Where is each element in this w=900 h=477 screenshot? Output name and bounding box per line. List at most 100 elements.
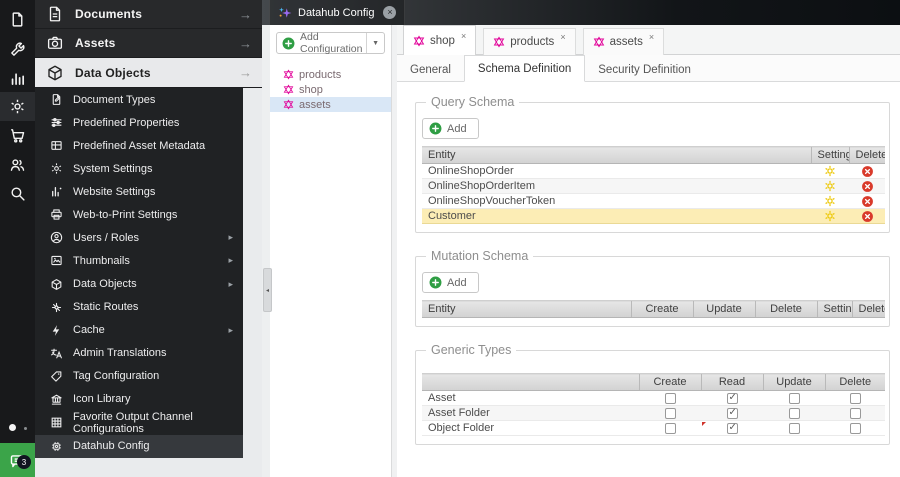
column-header-create[interactable]: Create	[638, 373, 701, 391]
mutation-schema-add-button[interactable]: Add	[422, 272, 479, 293]
tree-item-products[interactable]: products	[270, 67, 391, 82]
tree-item-label: products	[299, 68, 342, 81]
checkbox-update[interactable]	[788, 407, 800, 419]
table-row[interactable]: OnlineShopOrderItem	[422, 178, 885, 194]
tab-label: Schema Definition	[477, 62, 572, 75]
column-header-delete[interactable]: Delete	[851, 300, 885, 318]
chevron-down-icon[interactable]: ▼	[366, 33, 384, 53]
column-header-entity[interactable]: Entity	[422, 300, 631, 318]
checkbox-read[interactable]	[726, 422, 738, 434]
chat-button[interactable]: 3	[0, 443, 35, 477]
checkbox-update[interactable]	[788, 422, 800, 434]
table-row: Object Folder	[422, 420, 885, 436]
close-icon[interactable]: ×	[560, 32, 565, 42]
column-header-settings[interactable]: Settings	[810, 146, 849, 164]
datahub-chip-icon	[52, 442, 61, 451]
table-row[interactable]: OnlineShopOrder	[422, 163, 885, 179]
tab-label: General	[410, 64, 451, 76]
tree-item-assets[interactable]: assets	[270, 97, 391, 112]
menu-item-web-to-print-settings[interactable]: Web-to-Print Settings	[35, 203, 243, 226]
menu-item-admin-translations[interactable]: Admin Translations	[35, 342, 243, 365]
tab-general[interactable]: General	[397, 58, 464, 82]
sidebar-item-assets[interactable]: Assets →	[35, 29, 262, 58]
checkbox-update[interactable]	[788, 392, 800, 404]
delete-icon[interactable]	[861, 165, 874, 178]
checkbox-delete[interactable]	[849, 392, 861, 404]
checkbox-create[interactable]	[664, 422, 676, 434]
rail-item-customers[interactable]	[0, 150, 35, 179]
query-schema-add-button[interactable]: Add	[422, 118, 479, 139]
definition-tab-strip: General Schema Definition Security Defin…	[397, 55, 900, 82]
menu-item-website-settings[interactable]: Website Settings	[35, 180, 243, 203]
column-header-read[interactable]: Read	[700, 373, 763, 391]
tab-shop[interactable]: shop ×	[403, 25, 477, 55]
tab-security-definition[interactable]: Security Definition	[585, 58, 704, 82]
menu-item-data-objects[interactable]: Data Objects ▸	[35, 273, 243, 296]
menu-item-label: Web-to-Print Settings	[73, 208, 178, 221]
delete-icon[interactable]	[861, 180, 874, 193]
checkbox-read[interactable]	[726, 407, 738, 419]
menu-item-static-routes[interactable]: Static Routes	[35, 296, 243, 319]
menu-item-cache[interactable]: Cache ▸	[35, 319, 243, 342]
menu-item-tag-configuration[interactable]: Tag Configuration	[35, 365, 243, 388]
icon-rail: 3	[0, 0, 35, 477]
rail-item-documents[interactable]	[0, 5, 35, 34]
plus-icon	[282, 37, 295, 49]
menu-item-predefined-asset-metadata[interactable]: Predefined Asset Metadata	[35, 134, 243, 157]
checkbox-create[interactable]	[664, 392, 676, 404]
add-configuration-button[interactable]: Add Configuration ▼	[276, 31, 385, 55]
checkbox-delete[interactable]	[849, 422, 861, 434]
close-icon[interactable]: ×	[461, 31, 466, 41]
menu-item-thumbnails[interactable]: Thumbnails ▸	[35, 249, 243, 272]
settings-gear-icon[interactable]	[824, 165, 836, 177]
sidebar-item-data-objects[interactable]: Data Objects →	[35, 58, 262, 88]
column-header-entity[interactable]: Entity	[422, 146, 811, 164]
menu-item-label: Favorite Output Channel Configurations	[73, 410, 193, 435]
column-header-settings[interactable]: Settings	[816, 300, 852, 318]
column-header-delete[interactable]: Delete	[848, 146, 885, 164]
column-header-delete[interactable]: Delete	[824, 373, 885, 391]
menu-item-favorite-output-channel-configurations[interactable]: Favorite Output Channel Configurations	[35, 411, 243, 435]
menu-item-predefined-properties[interactable]: Predefined Properties	[35, 111, 243, 134]
menu-item-label: Tag Configuration	[73, 370, 160, 383]
settings-gear-icon[interactable]	[824, 195, 836, 207]
table-row[interactable]: OnlineShopVoucherToken	[422, 193, 885, 209]
close-icon[interactable]: ×	[383, 6, 397, 19]
rail-item-tools[interactable]	[0, 35, 35, 64]
menu-item-datahub-config[interactable]: Datahub Config	[35, 434, 243, 458]
settings-gear-icon[interactable]	[824, 180, 836, 192]
column-header-delete[interactable]: Delete	[754, 300, 817, 318]
tab-schema-definition[interactable]: Schema Definition	[463, 55, 586, 82]
column-header-create[interactable]: Create	[630, 300, 693, 318]
rail-item-search[interactable]	[0, 179, 35, 208]
settings-gear-icon[interactable]	[824, 210, 836, 222]
panel-divider	[262, 25, 270, 477]
delete-icon[interactable]	[861, 195, 874, 208]
tab-label: products	[510, 36, 555, 48]
checkbox-read[interactable]	[726, 392, 738, 404]
table-row-highlighted[interactable]: Customer	[422, 208, 885, 224]
column-header-update[interactable]: Update	[692, 300, 755, 318]
generic-types-table: Create Read Update Delete Asset ✓ Asset …	[422, 373, 885, 436]
delete-icon[interactable]	[861, 210, 874, 223]
window-tab-datahub-config[interactable]: Datahub Config ×	[269, 0, 406, 25]
close-icon[interactable]: ×	[649, 32, 654, 42]
menu-item-document-types[interactable]: Document Types	[35, 88, 243, 111]
sidebar-item-documents[interactable]: Documents →	[35, 0, 262, 29]
tree-item-shop[interactable]: shop	[270, 82, 391, 97]
status-dots[interactable]	[9, 424, 33, 432]
collapse-handle[interactable]: ◂	[263, 268, 272, 312]
tab-assets[interactable]: assets ×	[582, 28, 665, 55]
tab-products[interactable]: products ×	[483, 28, 576, 55]
menu-item-icon-library[interactable]: Icon Library	[35, 388, 243, 411]
cube-icon	[51, 278, 62, 290]
bar-chart-icon	[11, 73, 25, 86]
rail-item-settings[interactable]	[0, 92, 35, 121]
column-header-update[interactable]: Update	[762, 373, 825, 391]
checkbox-create[interactable]	[664, 407, 676, 419]
menu-item-users-roles[interactable]: Users / Roles ▸	[35, 226, 243, 249]
checkbox-delete[interactable]	[849, 407, 861, 419]
rail-item-statistics[interactable]	[0, 64, 35, 93]
menu-item-system-settings[interactable]: System Settings	[35, 157, 243, 180]
rail-item-ecommerce[interactable]	[0, 121, 35, 150]
